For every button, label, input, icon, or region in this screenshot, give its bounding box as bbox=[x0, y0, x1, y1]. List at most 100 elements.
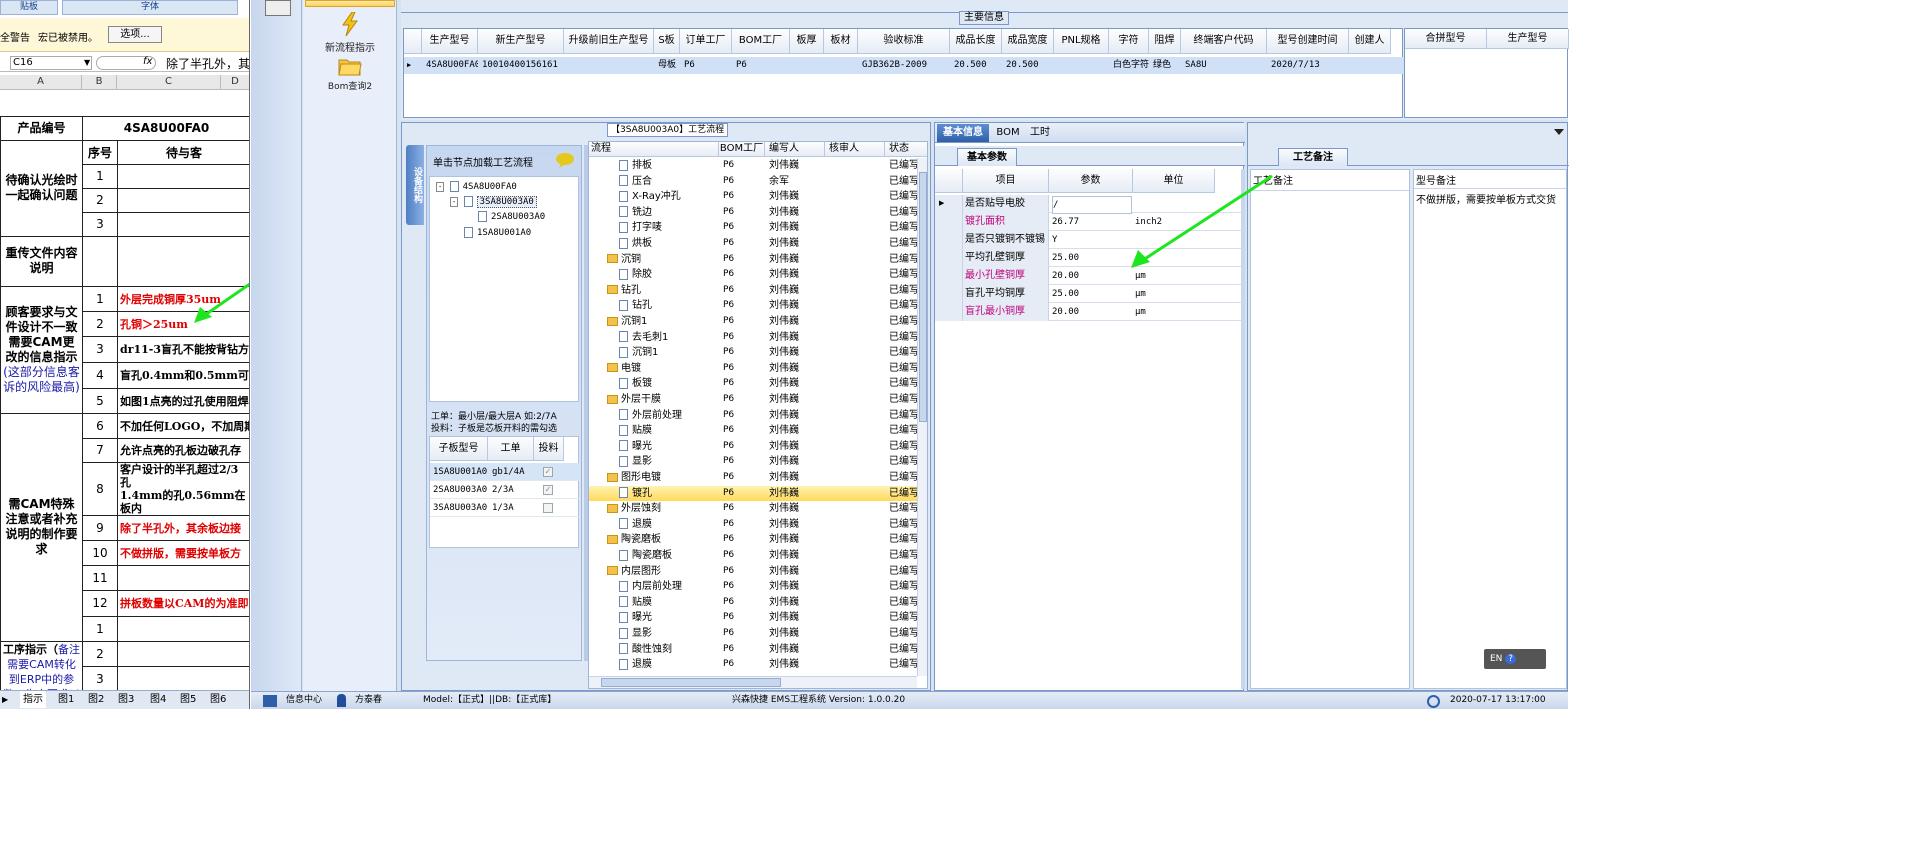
main-row-cell[interactable]: SA8U bbox=[1185, 57, 1267, 73]
param-value[interactable]: Y bbox=[1052, 232, 1132, 248]
flow-row[interactable]: 钻孔 P6 刘伟巍 已编写 bbox=[589, 283, 919, 299]
collapse-icon[interactable]: - bbox=[436, 182, 445, 192]
row-selector[interactable] bbox=[935, 213, 963, 231]
main-header-cell[interactable]: 订单工厂 bbox=[680, 29, 732, 54]
flow-row[interactable]: 内层前处理 P6 刘伟巍 已编写 bbox=[589, 579, 919, 595]
flow-row[interactable]: 除胶 P6 刘伟巍 已编写 bbox=[589, 267, 919, 283]
tree-node[interactable]: 2SA8U003A0 bbox=[478, 211, 545, 222]
header-prod-model[interactable]: 生产型号 bbox=[1487, 29, 1569, 49]
flow-row[interactable]: 酸性蚀刻 P6 刘伟巍 已编写 bbox=[589, 642, 919, 658]
name-box[interactable]: C16 bbox=[10, 56, 92, 70]
chevron-down-icon[interactable]: ▼ bbox=[84, 58, 90, 67]
flow-row[interactable]: 钻孔 P6 刘伟巍 已编写 bbox=[589, 298, 919, 314]
comment-icon[interactable] bbox=[555, 152, 575, 168]
flow-hscroll[interactable] bbox=[589, 676, 917, 688]
param-value[interactable]: 25.00 bbox=[1052, 286, 1132, 302]
feed-checkbox[interactable]: ✓ bbox=[543, 467, 553, 477]
flow-row[interactable]: 显影 P6 刘伟巍 已编写 bbox=[589, 454, 919, 470]
sheet-tab[interactable]: 图2 bbox=[88, 691, 104, 708]
row-text[interactable]: 如图1点亮的过孔使用阻焊 bbox=[116, 387, 249, 414]
row-text[interactable]: 不加任何LOGO，不加周期 bbox=[116, 412, 249, 439]
formula-input[interactable]: 除了半孔外，其 bbox=[166, 55, 249, 72]
sub-board-row[interactable]: 1SA8U001A0 gb1/4A ✓ bbox=[430, 463, 580, 481]
side-tab-structure[interactable]: 设备结构 bbox=[406, 145, 424, 225]
flow-row[interactable]: 沉铜1 P6 刘伟巍 已编写 bbox=[589, 345, 919, 361]
main-header-cell[interactable]: 板厚 bbox=[790, 29, 824, 54]
tab-basic-params[interactable]: 基本参数 bbox=[957, 148, 1017, 166]
main-header-cell[interactable]: 创建人 bbox=[1349, 29, 1391, 54]
fx-icon[interactable]: fx bbox=[143, 56, 152, 67]
main-row-cell[interactable]: 母板 bbox=[658, 57, 680, 73]
chevron-down-icon[interactable] bbox=[1554, 129, 1564, 135]
flow-row[interactable]: 铣边 P6 刘伟巍 已编写 bbox=[589, 205, 919, 221]
grid-icon[interactable] bbox=[263, 695, 277, 707]
sheet-tab[interactable]: 图1 bbox=[58, 691, 74, 708]
sheet-tab[interactable]: 图4 bbox=[150, 691, 166, 708]
row-text[interactable] bbox=[116, 640, 249, 667]
feed-checkbox[interactable]: ✓ bbox=[543, 485, 553, 495]
row-text[interactable]: dr11-3盲孔不能按背钻方 bbox=[116, 335, 249, 363]
main-header-cell[interactable]: 成品宽度 bbox=[1002, 29, 1054, 54]
main-row-cell[interactable]: 20.500 bbox=[954, 57, 1002, 73]
param-value[interactable]: 25.00 bbox=[1052, 250, 1132, 266]
param-value[interactable]: / bbox=[1052, 196, 1132, 214]
flow-row[interactable]: 外层蚀刻 P6 刘伟巍 已编写 bbox=[589, 501, 919, 517]
flow-row[interactable]: 曝光 P6 刘伟巍 已编写 bbox=[589, 610, 919, 626]
main-header-cell[interactable]: 成品长度 bbox=[950, 29, 1002, 54]
main-header-cell[interactable]: 型号创建时间 bbox=[1267, 29, 1349, 54]
sheet-nav-icon[interactable]: ▶ bbox=[2, 691, 8, 708]
main-row-cell[interactable]: 20.500 bbox=[1006, 57, 1054, 73]
flow-row[interactable]: 烘板 P6 刘伟巍 已编写 bbox=[589, 236, 919, 252]
row-text[interactable]: 盲孔0.4mm和0.5mm可以剁 bbox=[116, 361, 249, 389]
header-param[interactable]: 参数 bbox=[1049, 169, 1133, 193]
main-row-cell[interactable]: GJB362B-2009 bbox=[862, 57, 950, 73]
row-text[interactable] bbox=[116, 211, 249, 237]
tab-worktime[interactable]: 工时 bbox=[1025, 124, 1055, 142]
main-header-cell[interactable]: 阻焊 bbox=[1149, 29, 1181, 54]
main-row-cell[interactable]: 4SA8U00FA0 bbox=[426, 57, 478, 73]
flow-row[interactable]: 去毛刺1 P6 刘伟巍 已编写 bbox=[589, 330, 919, 346]
flow-row[interactable]: 显影 P6 刘伟巍 已编写 bbox=[589, 626, 919, 642]
row-text[interactable] bbox=[116, 163, 249, 189]
tree-node[interactable]: 1SA8U001A0 bbox=[464, 227, 531, 238]
param-value[interactable]: 26.77 bbox=[1052, 214, 1132, 230]
ribbon-tab-clipboard[interactable]: 贴板 bbox=[0, 0, 58, 15]
main-header-cell[interactable]: PNL规格 bbox=[1054, 29, 1109, 54]
header-order[interactable]: 工单 bbox=[488, 437, 534, 461]
selected-tool[interactable] bbox=[305, 0, 395, 7]
scroll-thumb[interactable] bbox=[601, 678, 781, 687]
status-info-center[interactable]: 信息中心 bbox=[286, 692, 322, 709]
sub-board-row[interactable]: 2SA8U003A0 2/3A ✓ bbox=[430, 481, 580, 499]
collapse-icon[interactable]: - bbox=[450, 197, 459, 207]
tab-craft-note[interactable]: 工艺备注 bbox=[1278, 148, 1348, 166]
row-selector[interactable] bbox=[935, 267, 963, 285]
tree-node[interactable]: - 3SA8U003A0 bbox=[450, 196, 537, 208]
flow-row[interactable]: 沉铜1 P6 刘伟巍 已编写 bbox=[589, 314, 919, 330]
row-text[interactable] bbox=[116, 187, 249, 213]
flow-row[interactable]: 退膜 P6 刘伟巍 已编写 bbox=[589, 517, 919, 533]
row-text[interactable] bbox=[116, 564, 249, 591]
row-text[interactable]: 拼板数量以CAM的为准即可 bbox=[116, 589, 249, 617]
header-writer[interactable]: 编写人 bbox=[765, 142, 825, 157]
flow-row[interactable]: 图形电镀 P6 刘伟巍 已编写 bbox=[589, 470, 919, 486]
main-header-cell[interactable]: 字符 bbox=[1109, 29, 1149, 54]
row-text[interactable]: 允许点亮的孔板边破孔存 bbox=[116, 437, 249, 463]
param-row[interactable]: 盲孔最小铜厚 20.00 μm bbox=[935, 303, 1241, 321]
col-header-a[interactable]: A bbox=[0, 75, 82, 90]
flow-row[interactable]: 贴膜 P6 刘伟巍 已编写 bbox=[589, 423, 919, 439]
header-flow[interactable]: 流程 bbox=[589, 142, 719, 157]
flow-row[interactable]: 板镀 P6 刘伟巍 已编写 bbox=[589, 376, 919, 392]
row-selector[interactable] bbox=[935, 285, 963, 303]
flow-row[interactable]: 打字唛 P6 刘伟巍 已编写 bbox=[589, 220, 919, 236]
flow-row[interactable]: 沉铜 P6 刘伟巍 已编写 bbox=[589, 252, 919, 268]
main-header-cell[interactable]: 升级前旧生产型号 bbox=[564, 29, 654, 54]
bom-query-tool[interactable]: Bom查询2 bbox=[303, 56, 397, 94]
row-text[interactable] bbox=[116, 615, 249, 642]
col-header-c[interactable]: C bbox=[117, 75, 221, 90]
sub-board-row[interactable]: 3SA8U003A0 1/3A bbox=[430, 499, 580, 517]
main-row-cell[interactable]: P6 bbox=[684, 57, 732, 73]
row-text[interactable]: 不做拼版，需要按单板方 bbox=[116, 539, 249, 566]
row-text[interactable]: 客户设计的半孔超过2/3孔 1.4mm的孔0.56mm在板内 bbox=[116, 461, 249, 516]
col-header-d[interactable]: D bbox=[221, 75, 249, 90]
main-row-cell[interactable]: 绿色 bbox=[1153, 57, 1181, 73]
